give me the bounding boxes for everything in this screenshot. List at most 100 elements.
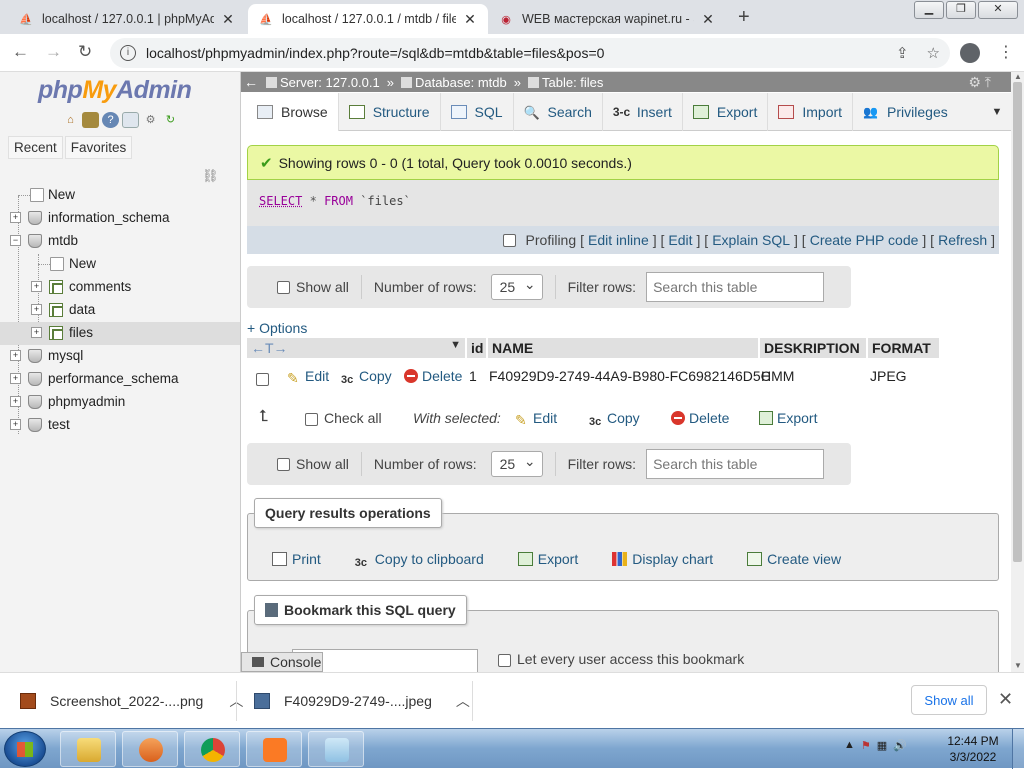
with-selected-copy[interactable]: 3c Copy (589, 410, 640, 430)
reload-icon[interactable]: ↻ (78, 42, 92, 62)
create-view-link[interactable]: Create view (747, 551, 841, 571)
column-header-id[interactable]: id (467, 338, 486, 358)
tab-import[interactable]: Import (768, 93, 854, 131)
expand-icon[interactable]: + (10, 350, 21, 361)
breadcrumb-server[interactable]: Server: 127.0.0.1 (261, 75, 385, 90)
with-selected-edit[interactable]: ✎ Edit (515, 410, 557, 428)
home-icon[interactable]: ⌂ (62, 112, 79, 128)
bookmark-share-control[interactable]: Let every user access this bookmark (498, 651, 744, 667)
expand-icon[interactable]: + (10, 212, 21, 223)
address-url[interactable]: localhost/phpmyadmin/index.php?route=/sq… (146, 45, 604, 61)
expand-icon[interactable]: + (31, 304, 42, 315)
tab-privileges[interactable]: 👥 Privileges (853, 93, 958, 131)
console-toggle[interactable]: Console (241, 652, 323, 672)
expand-icon[interactable]: + (10, 396, 21, 407)
tab-export[interactable]: Export (683, 93, 769, 131)
chevron-up-icon[interactable]: ︿ (456, 691, 470, 711)
sql-keyword-select[interactable]: SELECT (259, 194, 302, 208)
export-link[interactable]: Export (517, 551, 578, 571)
column-header-name[interactable]: NAME (488, 338, 758, 358)
action-center-icon[interactable]: ⚑ (861, 739, 871, 752)
logout-icon[interactable] (82, 112, 99, 128)
taskbar-notepad[interactable] (308, 731, 364, 767)
close-downloads-icon[interactable]: ✕ (998, 689, 1013, 710)
cell-id[interactable]: 1 (469, 368, 477, 384)
profiling-checkbox[interactable] (502, 233, 516, 247)
download-item-screenshot[interactable]: Screenshot_2022-....png ︿ (20, 673, 243, 729)
tree-item-mtdb[interactable]: − mtdb (0, 230, 240, 253)
show-desktop-button[interactable] (1012, 729, 1024, 769)
help-icon[interactable]: ? (102, 112, 119, 128)
scroll-up-icon[interactable]: ▲ (1014, 72, 1022, 81)
share-bookmark-checkbox[interactable] (498, 653, 511, 667)
filter-rows-input[interactable]: Search this table (646, 272, 825, 302)
close-tab-icon[interactable]: ✕ (700, 11, 716, 28)
tree-item-phpmyadmin[interactable]: + phpmyadmin (0, 391, 240, 414)
expand-icon[interactable]: + (31, 327, 42, 338)
nav-tab-recent[interactable]: Recent (8, 136, 63, 159)
nav-tab-favorites[interactable]: Favorites (64, 136, 133, 159)
scrollbar-thumb[interactable] (1013, 82, 1022, 562)
minimize-icon[interactable]: ▁ (914, 1, 944, 19)
tree-item-table-files[interactable]: + files (0, 322, 240, 345)
tree-item-table-data[interactable]: + data (0, 299, 240, 322)
rows-per-page-select[interactable]: 25 (490, 274, 543, 300)
rows-per-page-select[interactable]: 25 (490, 451, 543, 477)
network-icon[interactable]: ▦ (877, 739, 887, 752)
breadcrumb-table[interactable]: Table: files (523, 75, 608, 90)
row-checkbox[interactable] (256, 370, 275, 386)
edit-inline-link[interactable]: Edit inline (588, 232, 649, 248)
tab-search[interactable]: 🔍 Search (514, 93, 603, 131)
cell-name[interactable]: F40929D9-2749-44A9-B980-FC6982146D5C (489, 368, 771, 384)
restore-icon[interactable]: ❐ (946, 1, 976, 19)
breadcrumb-database[interactable]: Database: mtdb (396, 75, 512, 90)
show-all-checkbox[interactable] (277, 457, 290, 471)
tab-browse[interactable]: Browse (247, 93, 339, 131)
copy-to-clipboard-link[interactable]: 3c Copy to clipboard (355, 551, 484, 571)
check-all-checkbox[interactable] (305, 412, 318, 426)
collapse-icon[interactable]: − (10, 235, 21, 246)
downloads-show-all-button[interactable]: Show all (911, 685, 987, 715)
with-selected-delete[interactable]: Delete (671, 410, 729, 426)
more-menu-icon[interactable]: ▼ (983, 93, 1011, 131)
share-icon[interactable]: ⇪ (896, 44, 909, 62)
column-arrows-icon[interactable]: ←T→ (251, 340, 288, 356)
phpmyadmin-logo[interactable]: phpMyAdmin (38, 76, 192, 105)
edit-query-link[interactable]: Edit (668, 232, 692, 248)
tab-structure[interactable]: Structure (339, 93, 441, 131)
tray-expand-icon[interactable]: ▲ (844, 739, 855, 752)
taskbar-xampp[interactable] (246, 731, 302, 767)
browser-tab-files-active[interactable]: ⛵ localhost / 127.0.0.1 / mtdb / file ✕ (248, 4, 488, 34)
row-edit-button[interactable]: ✎ Edit (287, 368, 329, 386)
tree-item-mtdb-new-table[interactable]: New (0, 253, 240, 276)
settings-gear-icon[interactable]: ⚙ (142, 112, 159, 128)
refresh-link[interactable]: Refresh (938, 232, 987, 248)
expand-icon[interactable]: + (10, 373, 21, 384)
docs-icon[interactable] (122, 112, 139, 128)
explain-sql-link[interactable]: Explain SQL (712, 232, 790, 248)
tree-item-performance-schema[interactable]: + performance_schema (0, 368, 240, 391)
close-tab-icon[interactable]: ✕ (220, 11, 236, 28)
sort-dropdown-icon[interactable]: ▼ (450, 339, 461, 351)
check-all-control[interactable]: Check all (305, 410, 382, 426)
collapse-nav-icon[interactable]: ← (241, 74, 261, 90)
start-button[interactable] (4, 731, 46, 767)
tree-item-new-database[interactable]: New (0, 184, 240, 207)
main-scrollbar[interactable]: ▲ ▼ (1011, 72, 1024, 672)
browser-menu-icon[interactable]: ⋮ (998, 42, 1014, 62)
tab-sql[interactable]: SQL (441, 93, 514, 131)
new-tab-icon[interactable]: + (738, 6, 750, 29)
options-toggle-link[interactable]: + Options (247, 320, 307, 336)
address-bar[interactable]: i localhost/phpmyadmin/index.php?route=/… (110, 38, 950, 68)
taskbar-explorer[interactable] (60, 731, 116, 767)
taskbar-media-player[interactable] (122, 731, 178, 767)
volume-icon[interactable]: 🔊 (893, 739, 907, 752)
tab-insert[interactable]: 3-c Insert (603, 93, 683, 131)
close-tab-icon[interactable]: ✕ (462, 11, 478, 28)
row-copy-button[interactable]: 3c Copy (341, 368, 392, 388)
create-php-code-link[interactable]: Create PHP code (810, 232, 919, 248)
tree-item-table-comments[interactable]: + comments (0, 276, 240, 299)
forward-icon[interactable]: → (45, 42, 62, 62)
tree-item-test[interactable]: + test (0, 414, 240, 437)
page-settings-icon[interactable]: ⚙ ⤒ (968, 74, 991, 91)
